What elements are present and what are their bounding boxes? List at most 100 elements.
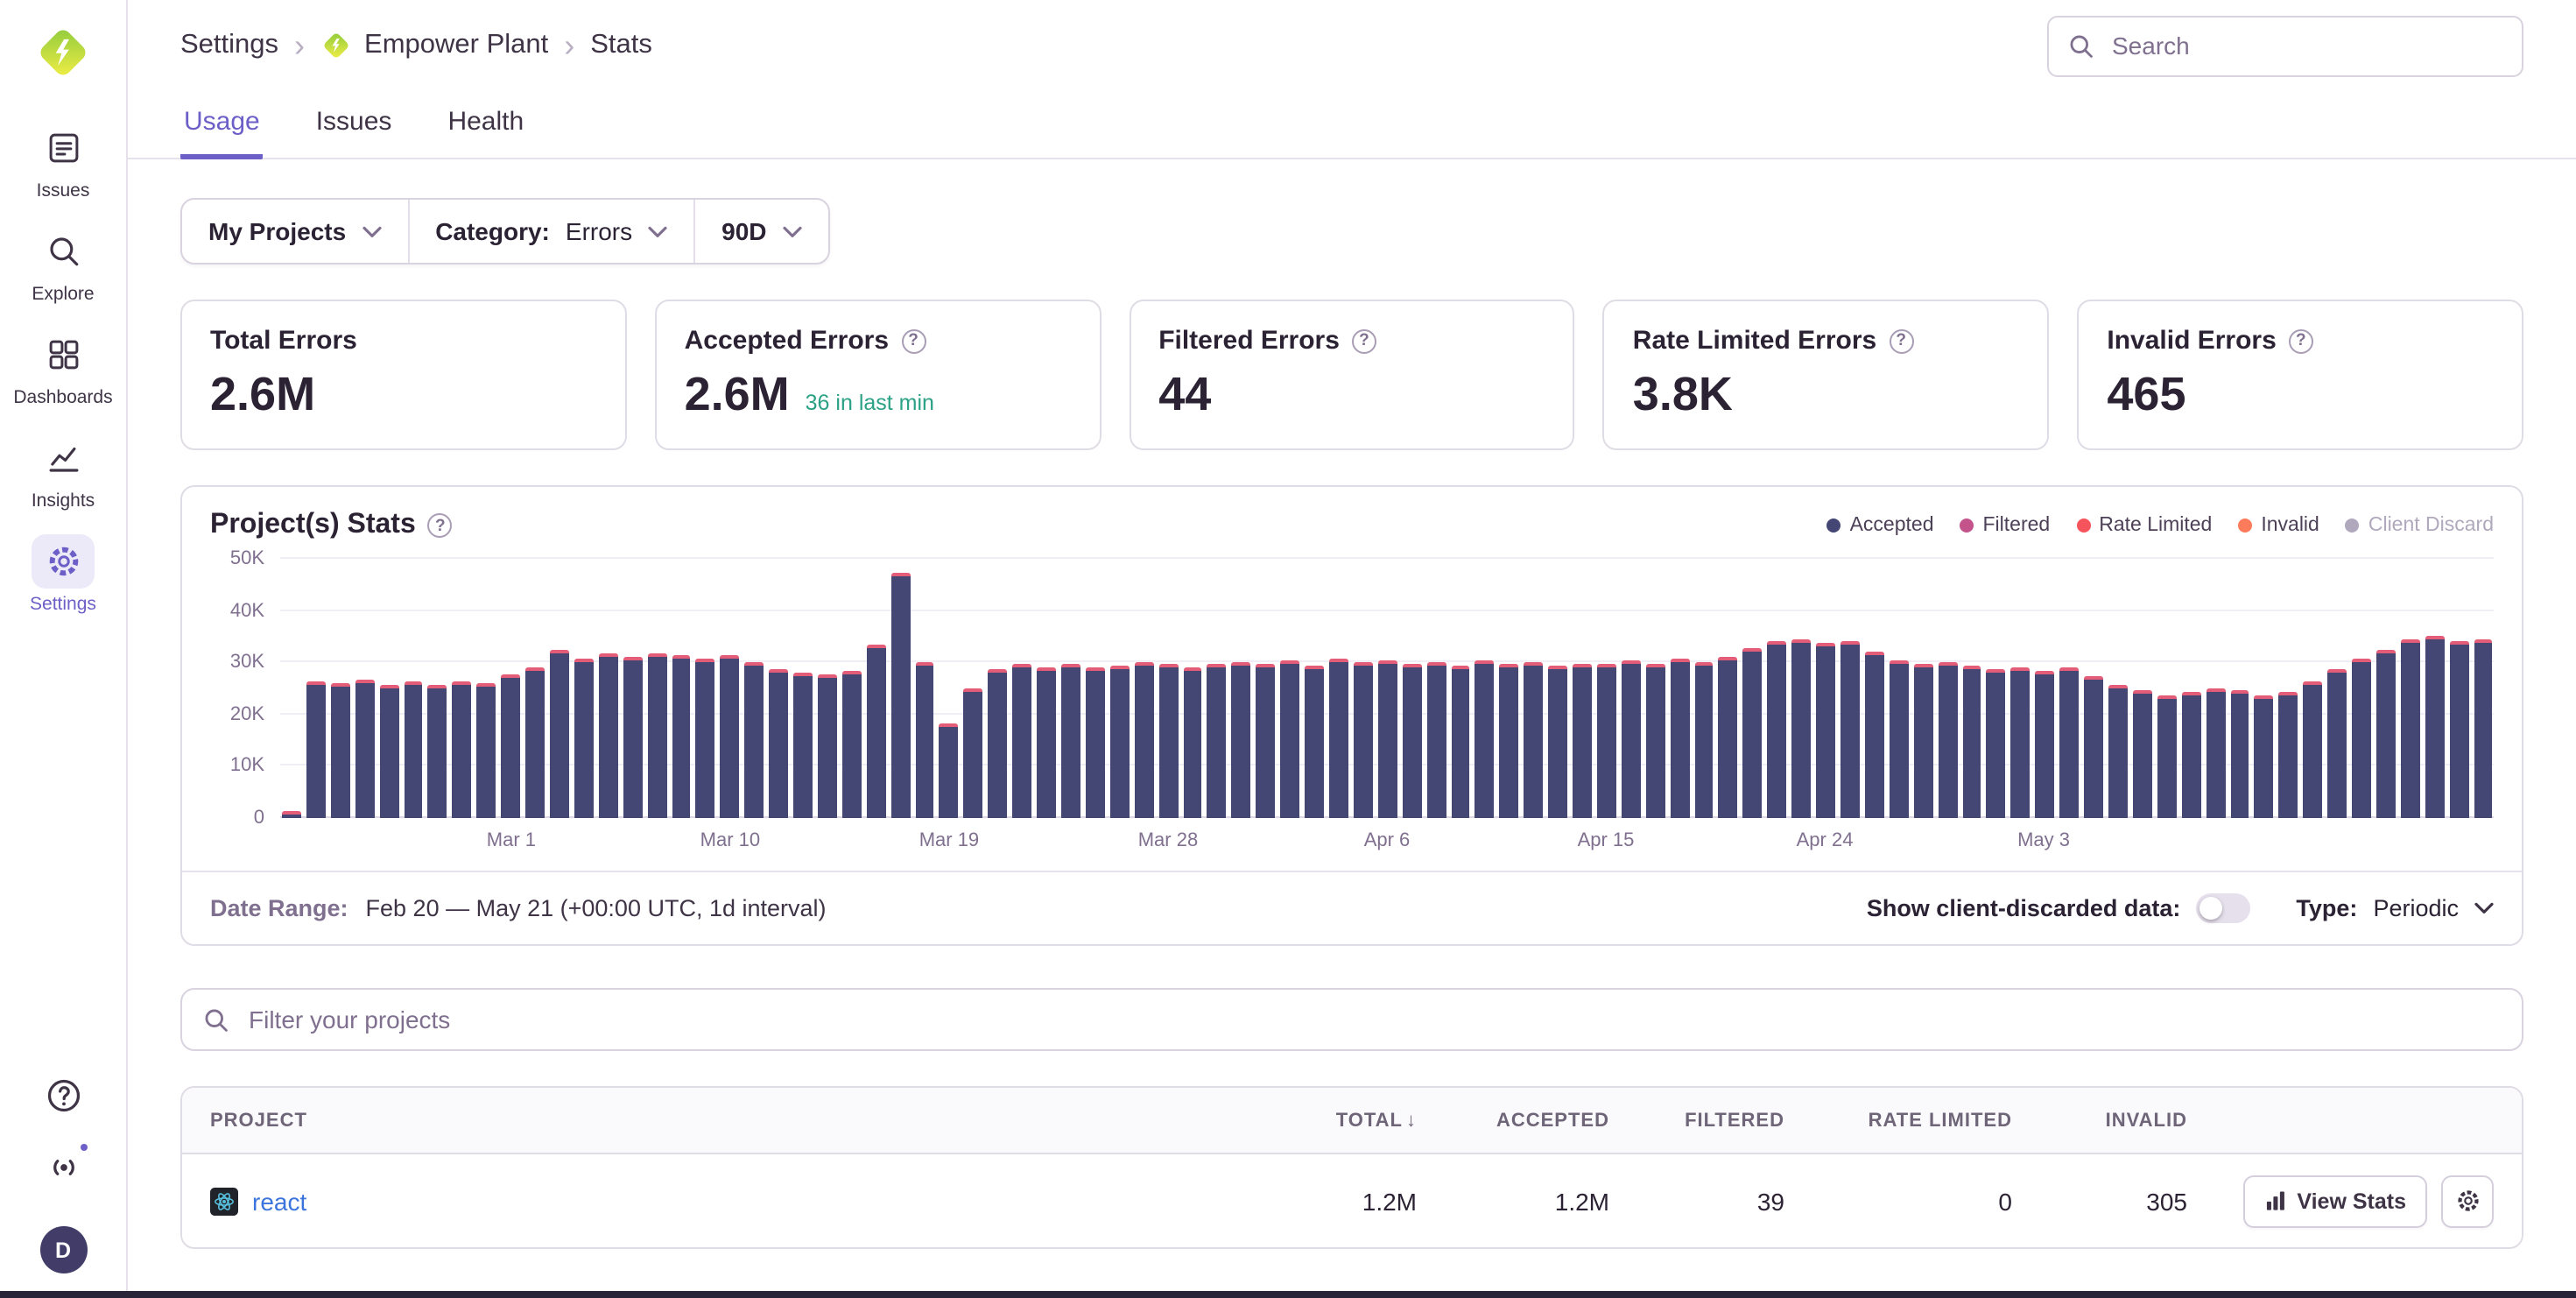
breadcrumb-org[interactable]: Empower Plant	[320, 30, 548, 61]
chart-bar[interactable]	[599, 559, 618, 818]
info-icon[interactable]: ?	[1889, 328, 1913, 353]
chart-bar[interactable]	[1694, 559, 1714, 818]
chart-bar[interactable]	[1791, 559, 1811, 818]
chart-bar[interactable]	[2474, 559, 2493, 818]
chart-bar[interactable]	[574, 559, 594, 818]
chart-bar[interactable]	[1183, 559, 1202, 818]
help-icon[interactable]	[42, 1074, 84, 1116]
chart-bar[interactable]	[989, 559, 1008, 818]
chart-bar[interactable]	[1816, 559, 1835, 818]
global-search[interactable]	[2047, 15, 2523, 76]
chart-bar[interactable]	[2352, 559, 2371, 818]
broadcast-icon[interactable]	[42, 1146, 84, 1188]
chart-bar[interactable]	[525, 559, 545, 818]
chart-bar[interactable]	[1354, 559, 1373, 818]
project-filter-input[interactable]	[245, 1004, 2501, 1035]
tab-usage[interactable]: Usage	[180, 91, 264, 159]
chart-bar[interactable]	[2157, 559, 2177, 818]
chart-bar[interactable]	[1962, 559, 1981, 818]
chart-bar[interactable]	[2181, 559, 2200, 818]
chart-bar[interactable]	[2036, 559, 2055, 818]
chart-bar[interactable]	[428, 559, 447, 818]
chart-bar[interactable]	[2059, 559, 2079, 818]
chart-bar[interactable]	[1280, 559, 1299, 818]
chart-bar[interactable]	[867, 559, 886, 818]
legend-client-discard[interactable]: Client Discard	[2346, 515, 2494, 536]
date-range-selector[interactable]: 90D	[693, 200, 827, 263]
sidebar-item-settings[interactable]: Settings	[0, 534, 126, 615]
chart-bar[interactable]	[2255, 559, 2274, 818]
chart-bar[interactable]	[2401, 559, 2420, 818]
chart-bar[interactable]	[793, 559, 813, 818]
view-stats-button[interactable]: View Stats	[2242, 1175, 2427, 1227]
chart-bar[interactable]	[453, 559, 472, 818]
chart-bar[interactable]	[2376, 559, 2396, 818]
chart-bar[interactable]	[1061, 559, 1080, 818]
chart-bar[interactable]	[1913, 559, 1932, 818]
chart-bar[interactable]	[1622, 559, 1641, 818]
chart-bar[interactable]	[1500, 559, 1519, 818]
chart-bar[interactable]	[647, 559, 666, 818]
org-logo-icon[interactable]	[33, 23, 93, 82]
project-selector[interactable]: My Projects	[182, 200, 407, 263]
chart-bar[interactable]	[1841, 559, 1860, 818]
client-discard-toggle[interactable]	[2196, 893, 2250, 923]
sidebar-item-explore[interactable]: Explore	[0, 224, 126, 305]
chart-bar[interactable]	[2279, 559, 2298, 818]
info-icon[interactable]: ?	[428, 513, 453, 538]
chart-bar[interactable]	[306, 559, 326, 818]
chart-bar[interactable]	[1938, 559, 1957, 818]
chart-bar[interactable]	[2425, 559, 2445, 818]
chart-bar[interactable]	[1012, 559, 1031, 818]
chart-bar[interactable]	[1646, 559, 1665, 818]
chart-bar[interactable]	[2133, 559, 2152, 818]
chart-bar[interactable]	[1426, 559, 1446, 818]
info-icon[interactable]: ?	[1352, 328, 1376, 353]
chart-bar[interactable]	[1134, 559, 1153, 818]
breadcrumb-stats[interactable]: Stats	[590, 30, 652, 61]
chart-bar[interactable]	[915, 559, 934, 818]
chart-bar[interactable]	[623, 559, 642, 818]
info-icon[interactable]: ?	[2289, 328, 2313, 353]
chart-bar[interactable]	[477, 559, 496, 818]
chart-bar[interactable]	[404, 559, 423, 818]
chart-bar[interactable]	[1573, 559, 1592, 818]
sidebar-item-dashboards[interactable]: Dashboards	[0, 328, 126, 408]
chart-bar[interactable]	[355, 559, 374, 818]
chart-bar[interactable]	[1743, 559, 1763, 818]
chart-bar[interactable]	[842, 559, 862, 818]
chart-bar[interactable]	[2230, 559, 2249, 818]
tab-issues[interactable]: Issues	[313, 91, 396, 159]
chart-bar[interactable]	[1402, 559, 1421, 818]
chart-bar[interactable]	[1768, 559, 1787, 818]
chart-bar[interactable]	[2449, 559, 2468, 818]
chart-bar[interactable]	[1719, 559, 1738, 818]
chart-bar[interactable]	[501, 559, 520, 818]
chart-bar[interactable]	[1524, 559, 1543, 818]
chart-bar[interactable]	[744, 559, 764, 818]
chart-bar[interactable]	[1475, 559, 1495, 818]
chart-bar[interactable]	[2327, 559, 2347, 818]
chart-bar[interactable]	[1670, 559, 1689, 818]
chart-bar[interactable]	[818, 559, 837, 818]
user-avatar[interactable]: D	[39, 1226, 87, 1273]
type-selector[interactable]: Type: Periodic	[2296, 895, 2494, 921]
chart-bar[interactable]	[1329, 559, 1348, 818]
chart-bar[interactable]	[769, 559, 788, 818]
chart-bar[interactable]	[2011, 559, 2031, 818]
breadcrumb-settings[interactable]: Settings	[180, 30, 278, 61]
chart-bar[interactable]	[940, 559, 959, 818]
chart-bar[interactable]	[672, 559, 691, 818]
sidebar-item-insights[interactable]: Insights	[0, 431, 126, 511]
tab-health[interactable]: Health	[444, 91, 527, 159]
chart-bar[interactable]	[1232, 559, 1251, 818]
global-search-input[interactable]	[2108, 30, 2502, 61]
chart-bar[interactable]	[1037, 559, 1056, 818]
chart-bar[interactable]	[1987, 559, 2006, 818]
chart-bar[interactable]	[1890, 559, 1909, 818]
chart-bar[interactable]	[1597, 559, 1616, 818]
legend-filtered[interactable]: Filtered	[1960, 515, 2051, 536]
chart-bar[interactable]	[2084, 559, 2103, 818]
chart-bar[interactable]	[379, 559, 398, 818]
chart-bar[interactable]	[1207, 559, 1227, 818]
